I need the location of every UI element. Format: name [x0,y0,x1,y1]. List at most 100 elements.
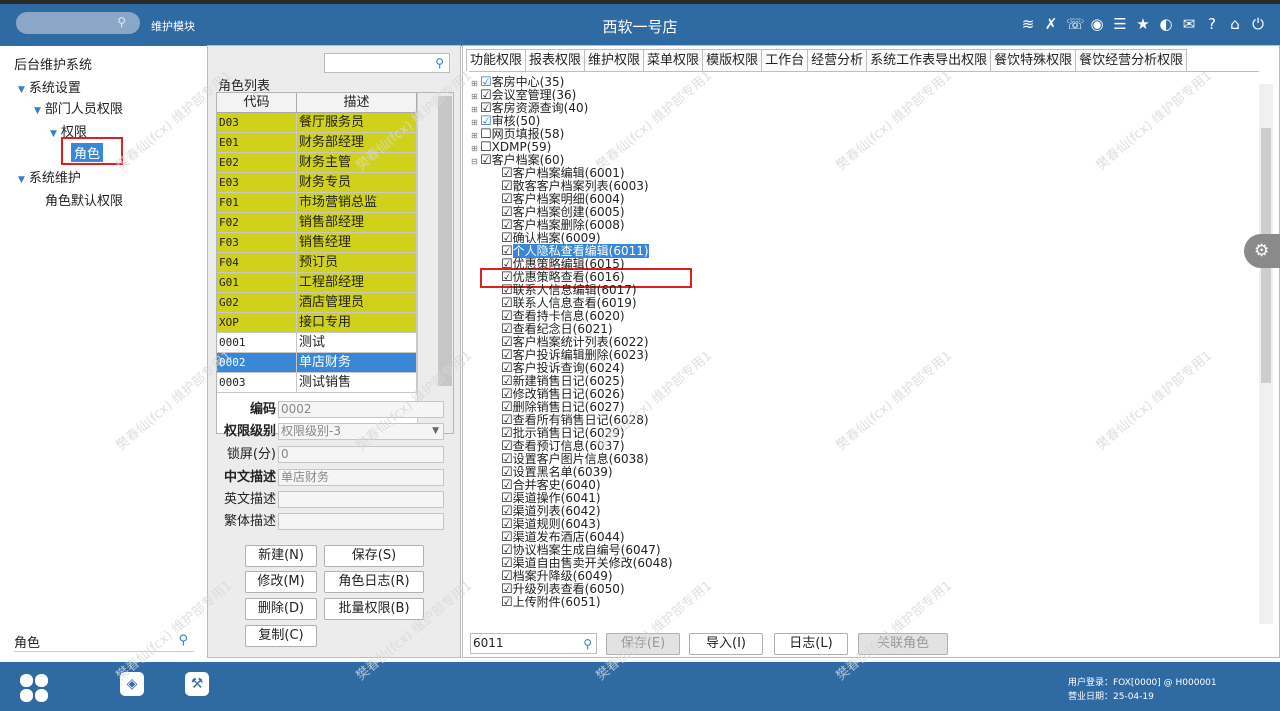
tab-0[interactable]: 功能权限 [466,49,527,71]
permission-label: 升级列表查看(6050) [512,582,625,596]
dropdown-arrow-icon[interactable]: ▼ [432,424,439,439]
palette-icon[interactable]: ◉ [1089,14,1105,34]
apps-grid-icon[interactable] [20,674,48,702]
power-icon[interactable]: ⏻ [1250,14,1266,34]
scroll-thumb[interactable] [438,96,452,386]
cell-desc: 财务主管 [297,153,417,172]
table-row[interactable]: E03 财务专员 [217,173,417,193]
star-icon[interactable]: ★ [1135,14,1151,34]
module-name[interactable]: 维护模块 [151,18,195,34]
cell-code: G02 [217,293,297,312]
menu-icon[interactable]: ☰ [1112,14,1128,34]
tree-node-system-settings[interactable]: ▼ 系统设置 [18,77,81,96]
tree-search-input[interactable]: 角色 ⚲ [14,632,194,652]
tab-8[interactable]: 餐饮特殊权限 [990,49,1077,71]
table-row[interactable]: F01 市场营销总监 [217,193,417,213]
wifi-icon[interactable]: ≋ [1020,14,1036,34]
expand-arrow-icon[interactable]: ▼ [18,85,25,95]
tools-icon[interactable]: ✗ [1043,14,1059,34]
modify-button[interactable]: 修改(M) [245,571,317,593]
tab-1[interactable]: 报表权限 [525,49,586,71]
search-icon[interactable]: ⚲ [435,56,444,70]
tree-node-dept-perm[interactable]: ▼ 部门人员权限 [34,98,123,117]
education-icon[interactable]: ◈ [120,672,144,696]
tab-2[interactable]: 维护权限 [584,49,645,71]
cell-desc: 酒店管理员 [297,293,417,312]
log-button[interactable]: 日志(L) [774,633,848,655]
level-select[interactable]: 权限级别-3 ▼ [278,423,444,440]
mail-icon[interactable]: ✉ [1181,14,1197,34]
cell-desc: 财务专员 [297,173,417,192]
tab-3[interactable]: 菜单权限 [643,49,704,71]
grid-scrollbar[interactable] [417,93,453,433]
expand-arrow-icon[interactable]: ▼ [34,106,41,116]
role-log-button[interactable]: 角色日志(R) [324,571,424,593]
tab-5[interactable]: 工作台 [761,49,809,71]
table-row[interactable]: F02 销售部经理 [217,213,417,233]
table-row[interactable]: E01 财务部经理 [217,133,417,153]
tw-desc-field[interactable] [278,513,444,530]
tree-node-system-maint[interactable]: ▼ 系统维护 [18,167,81,186]
table-row[interactable]: 0002 单店财务 [217,353,417,373]
table-row[interactable]: E02 财务主管 [217,153,417,173]
perm-save-button[interactable]: 保存(E) [606,633,680,655]
tab-7[interactable]: 系统工作表导出权限 [866,49,992,71]
collapse-minus-icon[interactable]: ⊟ [471,155,480,168]
contrast-icon[interactable]: ◐ [1158,14,1174,34]
permission-label: 客户投诉编辑删除(6023) [512,348,649,362]
table-row[interactable]: G01 工程部经理 [217,273,417,293]
tab-4[interactable]: 模版权限 [702,49,763,71]
role-search-input[interactable]: ⚲ [324,53,450,73]
copy-button[interactable]: 复制(C) [245,625,317,647]
expand-arrow-icon[interactable]: ▼ [18,175,25,185]
save-button[interactable]: 保存(S) [324,545,424,567]
link-role-button[interactable]: 关联角色 [858,633,948,655]
table-row[interactable]: G02 酒店管理员 [217,293,417,313]
global-search[interactable]: ⚲ [16,12,140,34]
perm-search-input[interactable]: 6011 ⚲ [470,633,597,654]
table-row[interactable]: D03 餐厅服务员 [217,113,417,133]
new-button[interactable]: 新建(N) [245,545,317,567]
toolbar-icons: ≋ ✗ ☏ ◉ ☰ ★ ◐ ✉? ⌂ ⏻ [1020,14,1266,34]
import-button[interactable]: 导入(I) [689,633,763,655]
cell-desc: 餐厅服务员 [297,113,417,132]
col-desc-header[interactable]: 描述 [297,93,417,112]
delete-button[interactable]: 删除(D) [245,598,317,620]
tree-node-role-default-perm[interactable]: 角色默认权限 [45,190,123,209]
table-row[interactable]: 0001 测试 [217,333,417,353]
tree-root[interactable]: 后台维护系统 [14,54,92,73]
wrench-icon[interactable]: ⚒ [185,672,209,696]
permission-tree: ⊞ ☑客房中心(35) ⊞ ☑会议室管理(36) ⊞ ☑客房资源查询(40) ⊞ ☑审核(50… [469,71,1259,626]
table-row[interactable]: F03 销售经理 [217,233,417,253]
lock-field[interactable]: 0 [278,446,444,463]
search-icon[interactable]: ⚲ [178,633,188,648]
checkbox-checked-icon[interactable]: ☑ [480,154,492,167]
col-code-header[interactable]: 代码 [217,93,297,112]
checkbox-checked-icon[interactable]: ☑ [501,596,513,609]
permission-label: 客房中心(35) [491,75,565,89]
user-login-text: 用户登录：FOX[0000] @ H000001 [1068,678,1217,688]
batch-perm-button[interactable]: 批量权限(B) [324,598,424,620]
business-date-text: 营业日期：25-04-19 [1068,692,1154,702]
code-field[interactable]: 0002 [278,401,444,418]
tree-node-role[interactable]: 角色 [61,137,123,165]
tab-9[interactable]: 餐饮经营分析权限 [1075,49,1188,71]
permission-item[interactable]: ☑上传附件(6051) [501,596,601,610]
tab-6[interactable]: 经营分析 [807,49,868,71]
expand-arrow-icon[interactable]: ▼ [50,129,57,139]
table-row[interactable]: F04 预订员 [217,253,417,273]
en-desc-field[interactable] [278,491,444,508]
settings-gear-icon[interactable]: ⚙ [1244,234,1280,268]
permission-panel: 功能权限 报表权限 维护权限 菜单权限 模版权限 工作台 经营分析 系统工作表导出权限 餐饮特殊… [462,45,1280,658]
table-row[interactable]: XOP 接口专用 [217,313,417,333]
cn-desc-field[interactable]: 单店财务 [278,469,444,486]
permission-label: 修改销售日记(6026) [512,387,625,401]
home-icon[interactable]: ⌂ [1227,14,1243,34]
perm-scrollbar[interactable] [1259,84,1273,624]
help-icon[interactable]: ? [1204,14,1220,34]
search-icon[interactable]: ⚲ [117,15,126,29]
phone-icon[interactable]: ☏ [1066,14,1085,34]
search-icon[interactable]: ⚲ [583,635,592,654]
table-row[interactable]: 0003 测试销售 [217,373,417,393]
cell-desc: 销售经理 [297,233,417,252]
